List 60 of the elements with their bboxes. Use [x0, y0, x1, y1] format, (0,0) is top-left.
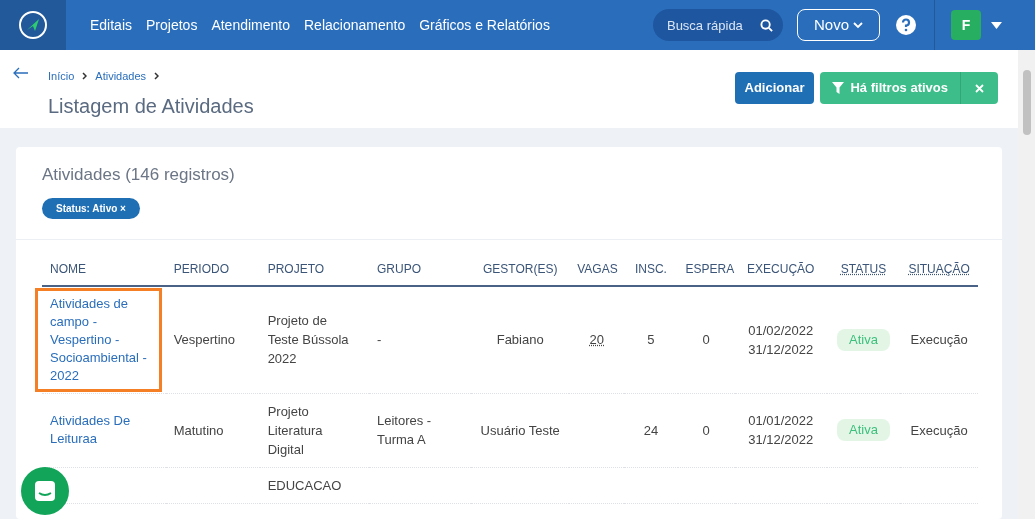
filter-icon	[832, 82, 845, 94]
nav-link[interactable]: Gráficos e Relatórios	[419, 14, 550, 36]
date-range: 01/01/2022 31/12/2022	[748, 413, 814, 447]
column-header: GRUPO	[376, 261, 421, 276]
chevron-down-icon	[853, 21, 863, 29]
table-cell: -	[376, 332, 382, 347]
help-icon[interactable]	[896, 15, 916, 35]
table-cell: Vespertino	[173, 332, 236, 347]
logo-tile[interactable]	[0, 0, 66, 50]
table-cell: 24	[643, 422, 659, 438]
table-cell: 20	[589, 332, 605, 347]
table-cell: Leitores - Turma A	[376, 413, 432, 447]
column-header[interactable]: SITUAÇÃO	[908, 261, 970, 276]
user-avatar[interactable]: F	[951, 10, 981, 40]
scrollbar[interactable]	[1018, 0, 1035, 519]
table-cell: Execução	[910, 422, 968, 438]
column-header: GESTOR(ES)	[482, 261, 558, 276]
search-icon	[759, 19, 773, 32]
column-header[interactable]: STATUS	[840, 261, 887, 276]
chevron-right-icon	[154, 72, 160, 81]
column-header: ESPERA	[685, 261, 735, 276]
status-badge: Ativa	[837, 328, 890, 351]
column-header: PROJETO	[267, 261, 325, 276]
column-header: INSC.	[634, 261, 667, 276]
page-title: Listagem de Atividades	[48, 93, 254, 119]
table-cell: 0	[702, 332, 710, 347]
table-cell: Projeto de Teste Bússola 2022	[267, 313, 349, 366]
caret-icon[interactable]	[991, 21, 1002, 29]
activity-link[interactable]: Atividades De Leituraa	[50, 412, 158, 448]
table-cell: Projeto Literatura Digital	[267, 403, 323, 457]
activity-link[interactable]: Atividades de campo - Vespertino - Socioambiental - 2022	[50, 294, 158, 385]
column-header: PERIODO	[173, 261, 229, 276]
table-cell: 0	[702, 422, 710, 438]
table-cell: Usuário Teste	[480, 422, 560, 438]
table-cell: Matutino	[173, 422, 224, 438]
back-arrow-icon[interactable]	[13, 67, 29, 79]
compass-logo-icon	[18, 10, 48, 40]
search-field[interactable]: Busca rápida	[652, 9, 783, 41]
table-cell: EDUCACAO	[267, 477, 342, 493]
table-cell: Fabiano	[496, 332, 544, 347]
chat-icon	[34, 480, 56, 502]
nav-link[interactable]: Atendimento	[211, 14, 290, 36]
date-range: 01/02/2022 31/12/2022	[748, 322, 814, 357]
chevron-right-icon	[82, 72, 88, 81]
column-header: VAGAS	[577, 261, 618, 276]
close-icon	[975, 83, 984, 93]
nav-link[interactable]: Editais	[90, 14, 133, 36]
table-cell: Execução	[910, 332, 968, 347]
breadcrumb-link[interactable]: Atividades	[95, 68, 147, 85]
column-header: NOME	[50, 261, 86, 276]
column-header: EXECUÇÃO	[747, 261, 815, 276]
new-button[interactable]: Novo	[796, 9, 880, 41]
table-cell: 5	[647, 332, 655, 347]
breadcrumb-link[interactable]: Início	[48, 68, 75, 85]
add-button[interactable]: Adicionar	[734, 72, 815, 104]
nav-link[interactable]: Relacionamento	[304, 14, 406, 36]
status-badge: Ativa	[837, 419, 890, 441]
filter-tag[interactable]: Status: Ativo ×	[42, 197, 140, 219]
nav-link[interactable]: Projetos	[146, 14, 198, 36]
card-title: Atividades (146 registros)	[42, 164, 236, 186]
